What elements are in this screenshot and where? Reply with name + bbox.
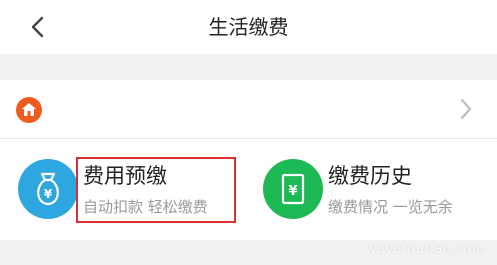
services-row: ¥ 费用预缴 自动扣款 轻松缴费 ¥ 缴费历史 缴费情况 一览无余 [0, 139, 497, 240]
receipt-yen-icon: ¥ [263, 159, 323, 219]
history-subtitle: 缴费情况 一览无余 [328, 198, 453, 216]
account-name-blurred [58, 96, 358, 120]
account-row[interactable] [0, 80, 497, 138]
history-title: 缴费历史 [328, 164, 412, 188]
app-header: 生活缴费 [0, 0, 497, 54]
money-bag-icon: ¥ [18, 159, 78, 219]
svg-text:¥: ¥ [288, 184, 297, 199]
chevron-right-icon[interactable] [455, 96, 477, 122]
house-icon [16, 97, 42, 123]
watermark: wuyetoutiao.com [365, 242, 485, 257]
svg-text:¥: ¥ [44, 187, 53, 201]
page-title: 生活缴费 [208, 15, 289, 39]
payment-history-service[interactable]: ¥ 缴费历史 缴费情况 一览无余 [248, 139, 497, 240]
highlight-box [76, 157, 236, 223]
